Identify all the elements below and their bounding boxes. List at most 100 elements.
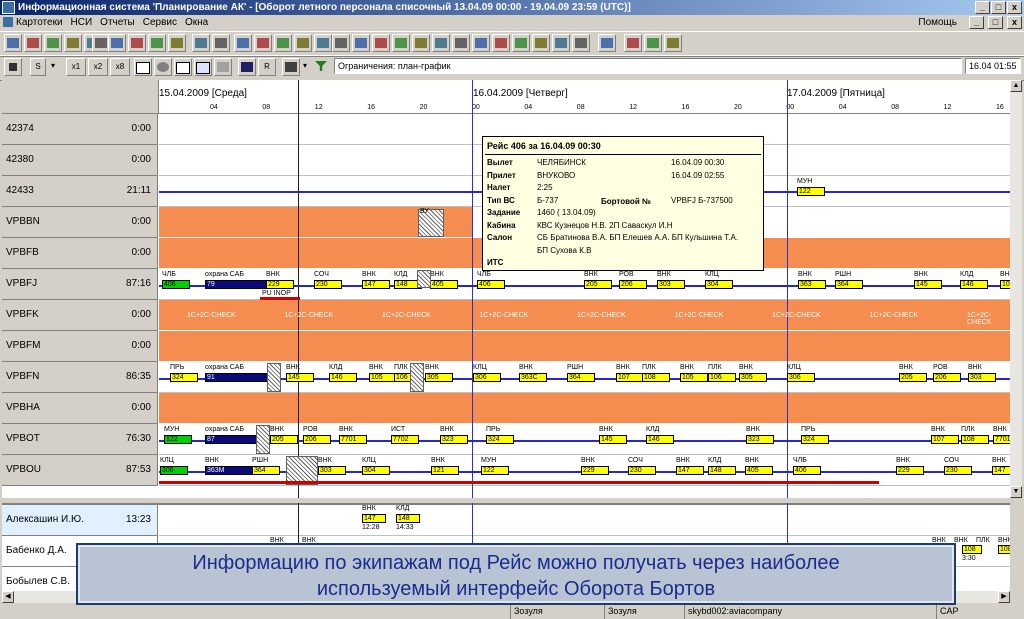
flight-bar[interactable]: 324 <box>801 435 829 444</box>
flight-bar[interactable]: 105 <box>369 373 397 382</box>
flight-bar[interactable]: 406 <box>793 466 821 475</box>
flight-bar[interactable]: 148 <box>396 514 420 523</box>
toolbar-action-icon[interactable] <box>108 34 126 52</box>
aircraft-row-label[interactable]: 42374 0:00 <box>2 114 158 145</box>
toolbar-action-icon[interactable] <box>234 34 252 52</box>
flight-bar[interactable]: 205 <box>584 280 612 289</box>
aircraft-row-label[interactable]: VPBFK 0:00 <box>2 300 158 331</box>
aircraft-row-label[interactable]: VPBHA 0:00 <box>2 393 158 424</box>
flight-bar[interactable]: 305 <box>739 373 767 382</box>
flight-bar[interactable]: 206 <box>303 435 331 444</box>
pin-icon[interactable] <box>4 58 22 76</box>
menu-help[interactable]: Помощь <box>918 15 957 30</box>
flight-bar[interactable]: 205 <box>270 435 298 444</box>
aircraft-row-track[interactable] <box>159 393 1010 424</box>
toolbar-action-icon[interactable] <box>472 34 490 52</box>
flight-bar[interactable]: 7701 <box>993 435 1010 444</box>
toolbar-action-icon[interactable] <box>212 34 230 52</box>
flight-bar[interactable]: 303 <box>318 466 346 475</box>
flight-bar[interactable]: 306 <box>473 373 501 382</box>
flight-bar[interactable]: 229 <box>581 466 609 475</box>
toolbar-action-icon[interactable] <box>492 34 510 52</box>
aircraft-row-label[interactable]: 42380 0:00 <box>2 145 158 176</box>
chevron-down-icon[interactable]: ▾ <box>48 58 58 76</box>
toolbar-action-icon[interactable] <box>532 34 550 52</box>
flight-bar[interactable]: 7701 <box>339 435 367 444</box>
flight-bar[interactable]: 108 <box>961 435 989 444</box>
close-button[interactable]: x <box>1007 1 1022 14</box>
toolbar-action-icon[interactable] <box>4 34 22 52</box>
flight-bar[interactable]: 323 <box>746 435 774 444</box>
flight-bar[interactable]: 147 <box>362 280 390 289</box>
crew-row-label[interactable]: Алексашин И.Ю. 13:23 <box>2 505 158 536</box>
flight-bar[interactable]: 107 <box>931 435 959 444</box>
toolbar-action-icon[interactable] <box>24 34 42 52</box>
flight-bar[interactable]: 108 <box>642 373 670 382</box>
flight-bar[interactable]: 230 <box>314 280 342 289</box>
menu-kartoteki[interactable]: Картотеки <box>16 17 63 28</box>
toolbar-action-icon[interactable] <box>452 34 470 52</box>
flight-bar[interactable]: 364 <box>835 280 863 289</box>
flight-bar[interactable]: 148 <box>708 466 736 475</box>
zoom-x1-button[interactable]: x1 <box>66 58 86 76</box>
settings-icon[interactable] <box>154 58 172 76</box>
flight-bar[interactable]: 304 <box>705 280 733 289</box>
flight-bar[interactable]: 324 <box>486 435 514 444</box>
toolbar-action-icon[interactable] <box>128 34 146 52</box>
flight-bar[interactable]: 363 <box>798 280 826 289</box>
flight-bar[interactable]: 107 <box>616 373 644 382</box>
scroll-up-button[interactable]: ▲ <box>1010 80 1022 92</box>
flight-bar[interactable]: 106 <box>708 373 736 382</box>
flight-bar[interactable]: 229 <box>266 280 294 289</box>
toolbar-action-icon[interactable] <box>624 34 642 52</box>
report-icon[interactable]: R <box>258 58 276 76</box>
toolbar-action-icon[interactable] <box>392 34 410 52</box>
toolbar-action-icon[interactable] <box>294 34 312 52</box>
flight-bar[interactable]: 145 <box>286 373 314 382</box>
maximize-button[interactable]: □ <box>991 1 1006 14</box>
flight-bar[interactable]: 229 <box>896 466 924 475</box>
toolbar-action-icon[interactable] <box>274 34 292 52</box>
child-close-button[interactable]: x <box>1007 16 1022 29</box>
flight-bar[interactable]: 363С <box>519 373 547 382</box>
tools-chevron-icon[interactable]: ▾ <box>300 58 310 76</box>
aircraft-row-label[interactable]: VPBFM 0:00 <box>2 331 158 362</box>
flight-bar[interactable]: 205 <box>899 373 927 382</box>
toolbar-action-icon[interactable] <box>44 34 62 52</box>
toolbar-action-icon[interactable] <box>372 34 390 52</box>
flight-bar[interactable]: 323 <box>440 435 468 444</box>
flight-bar[interactable]: 406 <box>162 280 190 289</box>
toolbar-action-icon[interactable] <box>254 34 272 52</box>
flight-bar[interactable]: 146 <box>960 280 988 289</box>
filter-icon[interactable] <box>312 58 330 76</box>
flight-bar[interactable]: 91 <box>205 373 275 382</box>
toolbar-action-icon[interactable] <box>644 34 662 52</box>
current-time-field[interactable]: 16.04 01:55 <box>965 58 1021 74</box>
toolbar-action-icon[interactable] <box>664 34 682 52</box>
toolbar-action-icon[interactable] <box>168 34 186 52</box>
toolbar-action-icon[interactable] <box>552 34 570 52</box>
toolbar-action-icon[interactable] <box>512 34 530 52</box>
menu-okna[interactable]: Окна <box>185 17 208 28</box>
toolbar-action-icon[interactable] <box>598 34 616 52</box>
toolbar-action-icon[interactable] <box>332 34 350 52</box>
menu-otchety[interactable]: Отчеты <box>100 17 135 28</box>
flight-bar[interactable]: 147 <box>362 514 386 523</box>
flight-bar[interactable]: 206 <box>619 280 647 289</box>
panel-splitter[interactable] <box>2 503 1010 505</box>
toolbar-action-icon[interactable] <box>64 34 82 52</box>
flight-bar[interactable]: 230 <box>628 466 656 475</box>
flight-bar[interactable]: 306 <box>787 373 815 382</box>
flight-bar[interactable]: 364 <box>567 373 595 382</box>
child-minimize-button[interactable]: _ <box>969 16 984 29</box>
aircraft-row-label[interactable]: VPBOT 76:30 <box>2 424 158 455</box>
tools-icon[interactable] <box>282 58 300 76</box>
toolbar-action-icon[interactable] <box>412 34 430 52</box>
aircraft-row-label[interactable]: VPBFN 86:35 <box>2 362 158 393</box>
flight-bar[interactable]: 79 <box>205 280 275 289</box>
scroll-left-button[interactable]: ◀ <box>2 591 14 603</box>
vertical-scrollbar[interactable]: ▲ ▼ <box>1010 80 1022 498</box>
flight-bar[interactable]: 108 <box>962 545 982 554</box>
flight-bar[interactable]: 122 <box>164 435 192 444</box>
mdi-icon[interactable] <box>3 17 13 27</box>
